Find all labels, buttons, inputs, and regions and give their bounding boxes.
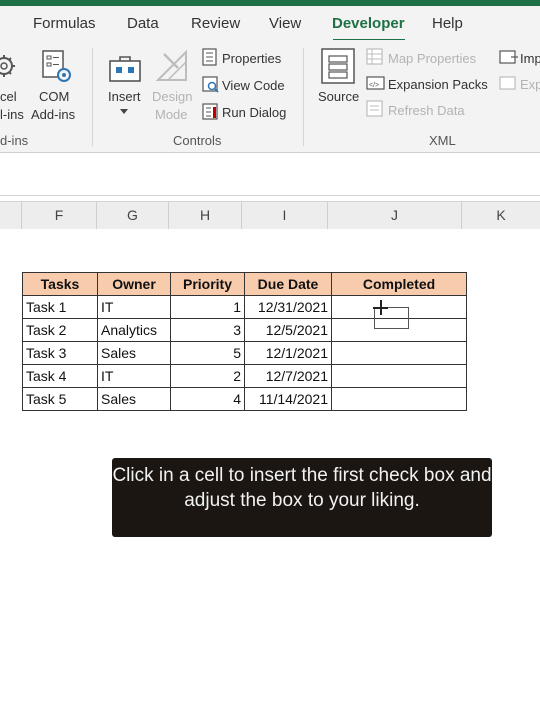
refresh-data-label: Refresh Data	[388, 103, 465, 118]
properties-icon	[202, 48, 217, 66]
owner-cell[interactable]: Sales	[97, 341, 171, 365]
xml-source-icon	[321, 48, 355, 84]
com-addins-label-1: COM	[39, 89, 70, 104]
addins-group-label: d-ins	[0, 133, 29, 148]
excel-addins-label-2: l-ins	[0, 107, 24, 122]
due-date-cell[interactable]: 12/1/2021	[244, 341, 332, 365]
controls-group-label: Controls	[173, 133, 222, 148]
table-row: Task 5 Sales 4 11/14/2021	[22, 387, 467, 411]
design-mode-label-1: Design	[152, 89, 193, 104]
formula-bar-area[interactable]	[0, 153, 540, 196]
com-addins-icon	[42, 50, 71, 82]
tab-view[interactable]: View	[269, 15, 301, 32]
column-header-g[interactable]: G	[97, 202, 169, 229]
crosshair-cursor-vertical	[380, 300, 382, 315]
column-header-partial[interactable]	[0, 202, 22, 229]
column-header-i[interactable]: I	[242, 202, 328, 229]
tab-review[interactable]: Review	[191, 15, 240, 32]
ribbon-tabs: Formulas Data Review View Developer Help	[0, 6, 540, 42]
owner-cell[interactable]: IT	[97, 295, 171, 319]
completed-cell[interactable]	[331, 364, 467, 388]
column-header-h[interactable]: H	[169, 202, 242, 229]
import-label: Imp	[520, 51, 540, 66]
priority-cell[interactable]: 3	[170, 318, 245, 342]
design-mode-icon	[155, 49, 187, 81]
group-divider	[303, 48, 304, 146]
toolbox-icon	[109, 56, 141, 82]
column-header-k[interactable]: K	[462, 202, 540, 229]
column-header-j[interactable]: J	[328, 202, 462, 229]
header-tasks[interactable]: Tasks	[22, 272, 98, 296]
priority-cell[interactable]: 4	[170, 387, 245, 411]
gear-icon	[0, 55, 15, 77]
task-cell[interactable]: Task 2	[22, 318, 98, 342]
expansion-packs-label: Expansion Packs	[388, 77, 488, 92]
insert-label: Insert	[108, 89, 141, 104]
tasks-table: Tasks Owner Priority Due Date Completed …	[22, 272, 467, 411]
view-code-icon	[202, 76, 219, 93]
header-due-date[interactable]: Due Date	[244, 272, 332, 296]
column-headers: F G H I J K	[0, 201, 540, 230]
expansion-packs-icon: </>	[366, 76, 385, 90]
import-icon	[499, 50, 518, 64]
export-icon	[499, 76, 516, 90]
tab-formulas[interactable]: Formulas	[33, 15, 96, 32]
task-cell[interactable]: Task 1	[22, 295, 98, 319]
task-cell[interactable]: Task 3	[22, 341, 98, 365]
due-date-cell[interactable]: 12/7/2021	[244, 364, 332, 388]
properties-label: Properties	[222, 51, 282, 66]
run-dialog-label: Run Dialog	[222, 105, 287, 120]
run-dialog-icon	[202, 103, 218, 120]
excel-addins-label-1: cel	[0, 89, 17, 104]
header-completed[interactable]: Completed	[331, 272, 467, 296]
table-header-row: Tasks Owner Priority Due Date Completed	[22, 272, 467, 296]
svg-text:</>: </>	[369, 82, 379, 89]
map-properties-icon	[366, 48, 383, 65]
xml-group-label: XML	[429, 133, 456, 148]
tab-help[interactable]: Help	[432, 15, 463, 32]
owner-cell[interactable]: Analytics	[97, 318, 171, 342]
refresh-data-icon	[366, 100, 383, 117]
task-cell[interactable]: Task 4	[22, 364, 98, 388]
view-code-label: View Code	[222, 78, 285, 93]
export-label: Exp	[520, 77, 540, 92]
completed-cell[interactable]	[331, 387, 467, 411]
design-mode-label-2: Mode	[155, 107, 188, 122]
source-label: Source	[318, 89, 360, 104]
task-cell[interactable]: Task 5	[22, 387, 98, 411]
due-date-cell[interactable]: 12/5/2021	[244, 318, 332, 342]
completed-cell[interactable]	[331, 341, 467, 365]
priority-cell[interactable]: 2	[170, 364, 245, 388]
tab-data[interactable]: Data	[127, 15, 159, 32]
group-divider	[92, 48, 93, 146]
table-row: Task 4 IT 2 12/7/2021	[22, 364, 467, 388]
tab-developer[interactable]: Developer	[332, 15, 405, 32]
ribbon-panel: cel l-ins COM Add-ins d-ins Insert Desig…	[0, 40, 540, 153]
priority-cell[interactable]: 5	[170, 341, 245, 365]
header-owner[interactable]: Owner	[97, 272, 171, 296]
map-properties-label: Map Properties	[388, 51, 477, 66]
com-addins-label-2: Add-ins	[31, 107, 76, 122]
owner-cell[interactable]: Sales	[97, 387, 171, 411]
owner-cell[interactable]: IT	[97, 364, 171, 388]
priority-cell[interactable]: 1	[170, 295, 245, 319]
table-row: Task 3 Sales 5 12/1/2021	[22, 341, 467, 365]
due-date-cell[interactable]: 12/31/2021	[244, 295, 332, 319]
instruction-caption: Click in a cell to insert the first chec…	[112, 458, 492, 537]
header-priority[interactable]: Priority	[170, 272, 245, 296]
column-header-f[interactable]: F	[22, 202, 97, 229]
chevron-down-icon	[120, 109, 128, 114]
due-date-cell[interactable]: 11/14/2021	[244, 387, 332, 411]
